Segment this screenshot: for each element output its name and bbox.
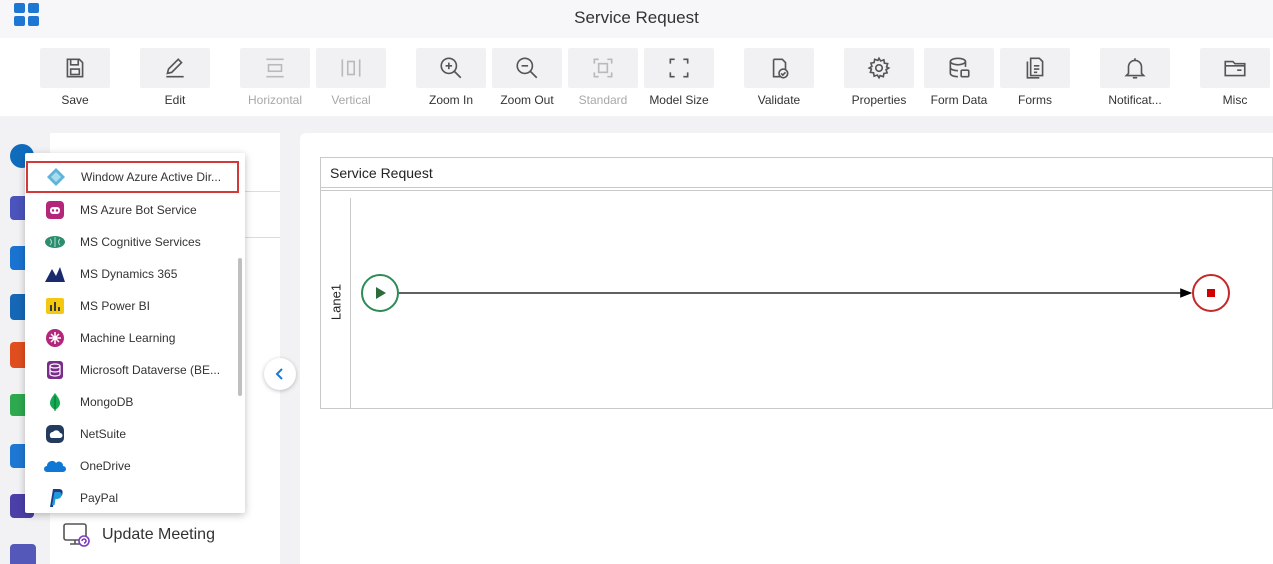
chevron-left-icon: [275, 368, 283, 380]
brain-icon: [44, 231, 66, 253]
dropdown-item-netsuite[interactable]: NetSuite: [25, 418, 240, 450]
dropdown-item-paypal[interactable]: PayPal: [25, 482, 240, 513]
edit-label: Edit: [164, 93, 186, 107]
dropdown-item-label: MongoDB: [80, 395, 134, 409]
save-button[interactable]: Save: [40, 48, 110, 108]
connector-dropdown[interactable]: Window Azure Active Dir... MS Azure Bot …: [25, 153, 245, 513]
dropdown-item-label: MS Cognitive Services: [80, 235, 201, 249]
pool[interactable]: Service Request Lane1: [320, 157, 1273, 409]
standard-label: Standard: [578, 93, 628, 107]
vertical-button[interactable]: Vertical: [316, 48, 386, 108]
save-icon: [66, 58, 84, 78]
flow-diagram: [361, 274, 1230, 312]
stop-icon: [1207, 289, 1215, 297]
dropdown-item-label: MS Azure Bot Service: [80, 203, 197, 217]
standard-icon: [593, 58, 613, 78]
dropdown-item-azure-ad[interactable]: Window Azure Active Dir...: [26, 161, 239, 193]
paypal-icon: [44, 487, 66, 509]
notifications-label: Notificat...: [1108, 93, 1162, 107]
update-meeting-icon: [63, 523, 90, 547]
properties-label: Properties: [851, 93, 907, 107]
zoom-out-icon: [516, 57, 538, 79]
model-size-icon: [669, 58, 689, 78]
horizontal-label: Horizontal: [247, 93, 303, 107]
misc-button[interactable]: Misc: [1200, 48, 1270, 108]
dropdown-item-dynamics[interactable]: MS Dynamics 365: [25, 258, 240, 290]
dropdown-item-onedrive[interactable]: OneDrive: [25, 450, 240, 482]
process-canvas[interactable]: Service Request Lane1: [300, 133, 1273, 564]
mongodb-icon: [44, 391, 66, 413]
end-event[interactable]: [1192, 274, 1230, 312]
dropdown-item-label: Machine Learning: [80, 331, 176, 345]
dataverse-icon: [44, 359, 66, 381]
dropdown-scrollbar[interactable]: [238, 258, 242, 396]
dropdown-item-label: OneDrive: [80, 459, 131, 473]
dropdown-item-machine-learning[interactable]: Machine Learning: [25, 322, 240, 354]
collapse-panel-button[interactable]: [264, 358, 296, 390]
title-bar: Service Request: [0, 0, 1273, 38]
dropdown-item-label: MS Power BI: [80, 299, 151, 313]
dropdown-item-label: NetSuite: [80, 427, 127, 441]
folder-icon: [1224, 60, 1246, 77]
edit-icon: [166, 58, 184, 78]
validate-icon: [772, 58, 789, 79]
page-title: Service Request: [574, 8, 699, 27]
validate-label: Validate: [757, 93, 801, 107]
azure-ad-icon: [45, 166, 67, 188]
toolbar: Save Edit Horizontal Vertical Zoom In Zo…: [0, 38, 1273, 116]
misc-label: Misc: [1222, 93, 1248, 107]
dropdown-item-label: MS Dynamics 365: [80, 267, 178, 281]
machine-learning-icon: [44, 327, 66, 349]
netsuite-icon: [44, 423, 66, 445]
horizontal-icon: [266, 58, 284, 78]
zoom-out-button[interactable]: Zoom Out: [492, 48, 562, 108]
vertical-icon: [341, 59, 361, 77]
zoom-in-icon: [440, 57, 462, 79]
dropdown-item-dataverse[interactable]: Microsoft Dataverse (BE...: [25, 354, 240, 386]
validate-button[interactable]: Validate: [744, 48, 814, 108]
notifications-button[interactable]: Notificat...: [1100, 48, 1170, 108]
gear-icon: [867, 56, 891, 80]
zoom-out-label: Zoom Out: [500, 93, 554, 107]
dropdown-item-cognitive[interactable]: MS Cognitive Services: [25, 226, 240, 258]
horizontal-button[interactable]: Horizontal: [240, 48, 310, 108]
vertical-label: Vertical: [331, 93, 371, 107]
form-data-button[interactable]: Form Data: [924, 48, 994, 108]
forms-icon: [1026, 57, 1044, 79]
bell-icon: [1124, 58, 1146, 79]
model-size-button[interactable]: Model Size: [644, 48, 714, 108]
forms-button[interactable]: Forms: [1000, 48, 1070, 108]
dropdown-item-power-bi[interactable]: MS Power BI: [25, 290, 240, 322]
standard-button[interactable]: Standard: [568, 48, 638, 108]
dropdown-item-label: PayPal: [80, 491, 119, 505]
form-data-label: Form Data: [930, 93, 988, 107]
zoom-in-button[interactable]: Zoom In: [416, 48, 486, 108]
dynamics-icon: [44, 263, 66, 285]
dropdown-item-azure-bot[interactable]: MS Azure Bot Service: [25, 194, 240, 226]
save-label: Save: [61, 93, 89, 107]
database-icon: [949, 57, 970, 78]
dropdown-item-mongodb[interactable]: MongoDB: [25, 386, 240, 418]
onedrive-icon: [44, 455, 66, 477]
edit-button[interactable]: Edit: [140, 48, 210, 108]
update-meeting-label: Update Meeting: [102, 526, 215, 543]
dropdown-item-label: Window Azure Active Dir...: [81, 170, 222, 184]
dropdown-item-label: Microsoft Dataverse (BE...: [80, 363, 221, 377]
forms-label: Forms: [1018, 93, 1052, 107]
list-app-icon[interactable]: [10, 544, 36, 564]
start-event[interactable]: [361, 274, 399, 312]
properties-button[interactable]: Properties: [844, 48, 914, 108]
power-bi-icon: [44, 295, 66, 317]
update-meeting-item[interactable]: Update Meeting: [62, 520, 215, 550]
zoom-in-label: Zoom In: [428, 93, 473, 107]
bot-icon: [44, 199, 66, 221]
model-size-label: Model Size: [649, 93, 709, 107]
